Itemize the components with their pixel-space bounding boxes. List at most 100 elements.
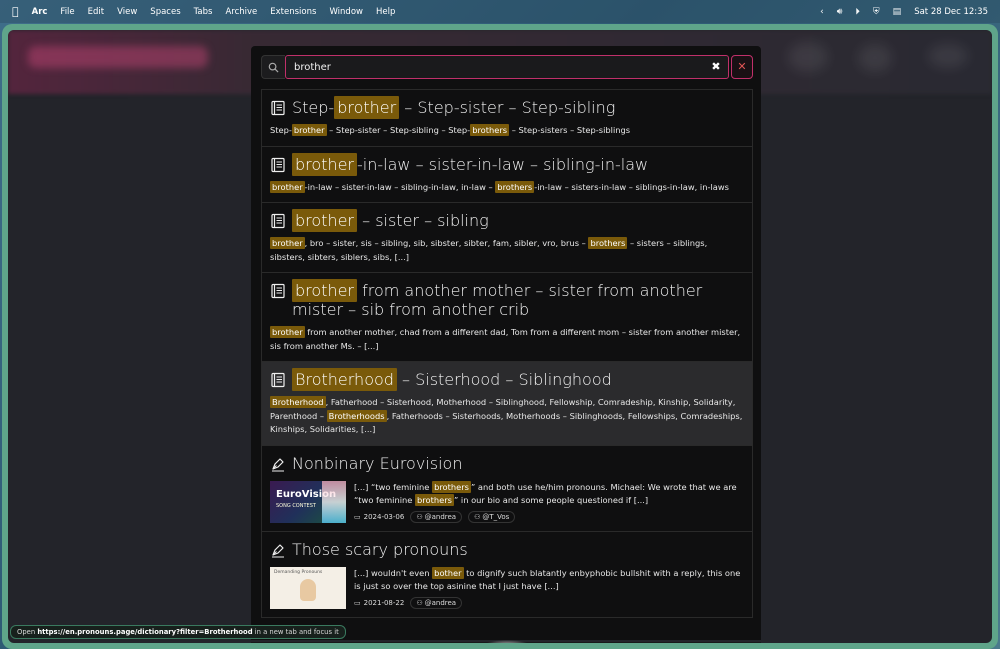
calendar-icon: ▭ (354, 598, 361, 607)
text-segment: [...] wouldn't even (354, 567, 433, 578)
menubar-left:  Arc File Edit View Spaces Tabs Archive… (12, 5, 395, 18)
dictionary-icon (271, 372, 285, 388)
result-title: brother – sister – sibling (270, 209, 744, 232)
result-title-text: Those scary pronouns (292, 539, 468, 559)
result-title-text: brother from another mother – sister fro… (292, 279, 744, 319)
menu-edit[interactable]: Edit (88, 7, 104, 17)
thumbnail-text: Demanding Pronouns (274, 569, 323, 575)
dictionary-result[interactable]: Step-brother – Step-sister – Step-siblin… (261, 90, 753, 147)
highlight-match: brother (270, 237, 305, 249)
highlight-match: brothers (470, 124, 510, 136)
text-segment: – Sisterhood – Siblinghood (396, 370, 612, 389)
dictionary-icon (271, 100, 285, 116)
author-name: @T_Vos (482, 512, 510, 521)
highlight-match: brother (291, 124, 327, 136)
text-segment: – sister – sibling (357, 211, 489, 230)
menu-extensions[interactable]: Extensions (270, 7, 316, 17)
thumbnail-portrait (300, 578, 316, 601)
menu-view[interactable]: View (117, 7, 137, 17)
status-prefix: Open (17, 628, 38, 636)
blog-text: [...] wouldn't even bother to dignify su… (354, 566, 744, 594)
menu-tabs[interactable]: Tabs (194, 7, 213, 17)
apple-icon[interactable]:  (12, 5, 19, 18)
thumbnail-text: SONG CONTEST (276, 502, 316, 509)
result-description: Step-brother – Step-sister – Step-siblin… (270, 124, 744, 138)
text-segment: [...] “two feminine (354, 481, 433, 492)
blog-body: EuroVision SONG CONTEST [...] “two feminin… (270, 480, 744, 523)
highlight-match: brother (292, 279, 358, 302)
user-icon: ⚇ (416, 512, 423, 521)
result-title: brother -in-law – sister-in-law – sibling… (270, 152, 744, 176)
text-segment: Step- (292, 98, 335, 117)
volume-icon[interactable]: 🔊︎ (837, 7, 843, 17)
browser-content: ✖ ✕ Step-brother – Step-sister – Step-si… (8, 30, 992, 643)
calendar-icon: ▭ (354, 512, 361, 521)
search-icon (261, 55, 285, 79)
result-title: brother from another mother – sister fro… (270, 279, 744, 319)
text-segment: -in-law – sister-in-law – sibling-in-law… (304, 181, 496, 192)
result-description: brother -in-law – sister-in-law – sibling… (270, 180, 744, 195)
menu-archive[interactable]: Archive (225, 7, 257, 17)
thumbnail-flag (322, 480, 346, 523)
dictionary-icon (271, 213, 285, 229)
menu-window[interactable]: Window (329, 7, 363, 17)
result-title-text: Nonbinary Eurovision (292, 453, 463, 473)
post-date: ▭ 2021-08-22 (354, 599, 404, 607)
highlight-match: Brotherhood (292, 368, 397, 391)
menu-help[interactable]: Help (376, 7, 395, 17)
shield-icon[interactable]: ⛨ (873, 7, 880, 17)
dictionary-result[interactable]: brother -in-law – sister-in-law – sibling… (261, 146, 753, 203)
author-chip[interactable]: ⚇ @andrea (410, 596, 463, 609)
blog-meta: ▭ 2021-08-22 ⚇ @andrea (354, 596, 744, 609)
text-segment: – Step-sister – Step-sibling (399, 98, 616, 117)
dictionary-icon (271, 157, 285, 172)
result-title-text: Brotherhood – Sisterhood – Siblinghood (292, 368, 612, 391)
post-date: ▭ 2024-03-06 (354, 513, 404, 521)
clear-search-button[interactable]: ✖ (709, 60, 723, 74)
highlight-match: Brotherhood (270, 396, 326, 408)
result-title-text: brother – sister – sibling (292, 209, 489, 232)
status-url: https://en.pronouns.page/dictionary?filt… (37, 628, 253, 636)
user-icon: ⚇ (416, 598, 423, 607)
highlight-match: brothers (415, 494, 454, 506)
blog-result[interactable]: Those scary pronouns Demanding Pronouns [.… (261, 531, 753, 618)
search-bar: ✖ ✕ (261, 55, 753, 79)
text-segment: Step- (270, 125, 292, 135)
text-segment: – Step-sisters – Step-siblings (509, 125, 631, 135)
user-icon: ⚇ (474, 512, 481, 521)
text-segment: -in-law – sister-in-law – sibling-in-law (357, 154, 649, 174)
author-chip[interactable]: ⚇ @andrea (410, 510, 463, 523)
highlight-match: brother (334, 96, 400, 119)
chevron-left-icon[interactable]: ‹ (820, 7, 824, 17)
dictionary-result[interactable]: Brotherhood – Sisterhood – Siblinghood Br… (261, 362, 753, 446)
menu-file[interactable]: File (60, 7, 74, 17)
blog-text: [...] “two feminine brothers” and both u… (354, 480, 744, 508)
close-search-button[interactable]: ✕ (731, 55, 753, 79)
control-center-icon[interactable]: ▤ (893, 7, 902, 17)
menu-spaces[interactable]: Spaces (150, 7, 180, 17)
blog-result[interactable]: Nonbinary Eurovision EuroVision SONG CONTE… (261, 445, 753, 532)
arc-window: ✖ ✕ Step-brother – Step-sister – Step-si… (2, 24, 998, 649)
text-segment: -in-law – sisters-in-law – siblings-in-l… (534, 181, 729, 192)
text-segment: , bro – sister, sis – sibling, sib, sibs… (304, 238, 589, 248)
link-status-bar: Open https://en.pronouns.page/dictionary… (10, 625, 346, 639)
author-chip[interactable]: ⚇ @T_Vos (468, 510, 516, 523)
result-description: Brotherhood, Fatherhood – Sisterhood, Mo… (270, 396, 744, 437)
blog-excerpt: [...] wouldn't even bother to dignify su… (354, 566, 744, 609)
menubar-datetime[interactable]: Sat 28 Dec 12:35 (914, 7, 988, 17)
author-name: @andrea (424, 598, 457, 607)
highlight-match: brother (270, 326, 305, 338)
blog-meta: ▭ 2024-03-06 ⚇ @andrea ⚇ @T_Vos (354, 510, 744, 523)
blog-thumbnail: Demanding Pronouns (270, 566, 346, 609)
dictionary-result[interactable]: brother from another mother – sister fro… (261, 273, 753, 362)
pen-icon (272, 457, 284, 471)
result-title: Those scary pronouns (270, 540, 744, 559)
dictionary-result[interactable]: brother – sister – sibling brother, bro –… (261, 203, 753, 273)
author-name: @andrea (424, 512, 457, 521)
highlight-match: brother (292, 152, 358, 176)
search-input[interactable] (285, 55, 729, 79)
highlight-match: bother (432, 566, 464, 579)
date-text: 2024-03-06 (363, 512, 405, 521)
menubar-app-name[interactable]: Arc (32, 7, 48, 17)
play-icon[interactable]: ⏵︎ (855, 7, 860, 17)
